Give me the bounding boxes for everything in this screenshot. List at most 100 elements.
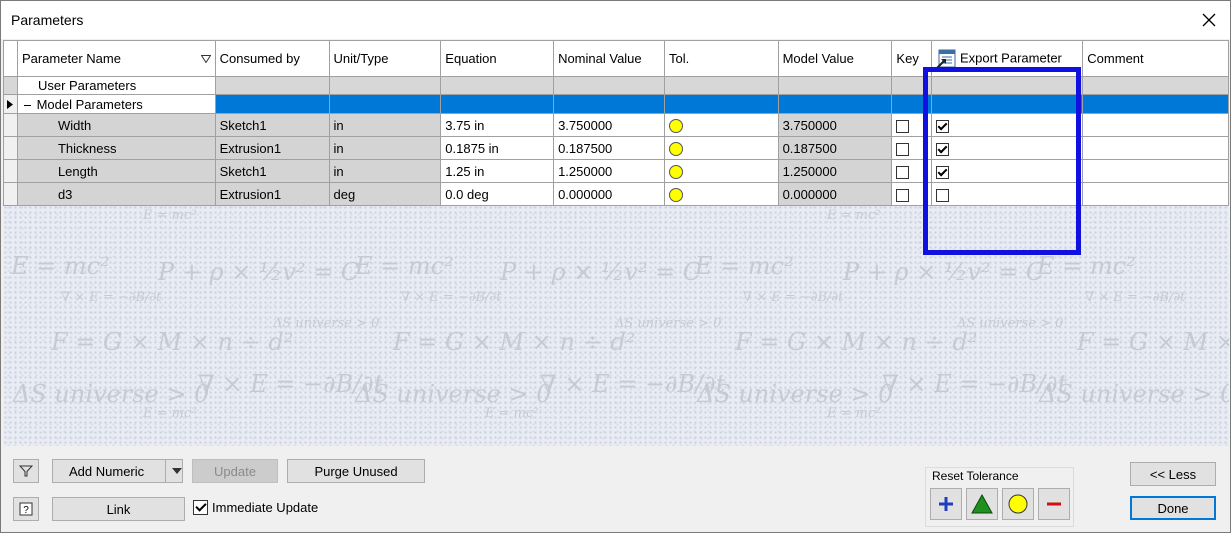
column-header-comment[interactable]: Comment [1082, 40, 1229, 77]
filter-dropdown-icon[interactable] [200, 55, 211, 63]
table-row[interactable]: d3 Extrusion1 deg 0.0 deg 0.000000 0.000000 [3, 182, 1229, 206]
column-header-parameter-name[interactable]: Parameter Name [16, 40, 216, 77]
nominal-value-cell[interactable]: 0.187500 [553, 136, 665, 160]
filter-button[interactable] [13, 459, 39, 483]
row-header[interactable] [3, 136, 18, 160]
table-row[interactable]: Width Sketch1 in 3.75 in 3.750000 3.750000 [3, 113, 1229, 137]
export-parameter-checkbox[interactable] [936, 142, 950, 156]
key-cell[interactable] [891, 159, 933, 183]
export-parameter-cell[interactable] [931, 136, 1084, 160]
key-checkbox[interactable] [896, 119, 910, 133]
consumed-by-cell[interactable]: Sketch1 [214, 113, 330, 137]
group-row-model-parameters[interactable]: Model Parameters [3, 94, 1229, 114]
equation-cell[interactable]: 1.25 in [440, 159, 555, 183]
column-header-unit-type[interactable]: Unit/Type [328, 40, 442, 77]
row-pointer-icon [7, 99, 14, 109]
key-cell[interactable] [891, 136, 933, 160]
parameter-name-cell[interactable]: Thickness [16, 136, 216, 160]
watermark-formula: F = G × M × n ÷ d² [51, 328, 294, 356]
table-row[interactable]: Length Sketch1 in 1.25 in 1.250000 1.250000 [3, 159, 1229, 183]
tree-node-model-parameters[interactable]: Model Parameters [16, 94, 216, 114]
update-button[interactable]: Update [192, 459, 278, 483]
model-value-cell[interactable]: 3.750000 [777, 113, 893, 137]
column-header-equation[interactable]: Equation [440, 40, 555, 77]
column-header-export-parameter[interactable]: Export Parameter [931, 40, 1084, 77]
row-header[interactable] [3, 113, 18, 137]
link-button[interactable]: Link [52, 497, 185, 521]
tolerance-indicator-icon[interactable] [668, 118, 683, 133]
help-button[interactable]: ? [13, 497, 39, 521]
comment-cell[interactable] [1082, 113, 1229, 137]
column-header-tolerance[interactable]: Tol. [663, 40, 779, 77]
unit-type-cell[interactable]: in [328, 159, 442, 183]
watermark-formula: ∇ × E = −∂B/∂t [743, 290, 844, 305]
reset-tolerance-lower-button[interactable] [1038, 488, 1070, 520]
parameter-name-cell[interactable]: Width [16, 113, 216, 137]
tolerance-cell[interactable] [663, 159, 779, 183]
key-cell[interactable] [891, 182, 933, 206]
plus-icon [939, 497, 953, 511]
tolerance-cell[interactable] [663, 136, 779, 160]
purge-unused-button[interactable]: Purge Unused [287, 459, 425, 483]
comment-cell[interactable] [1082, 159, 1229, 183]
done-button[interactable]: Done [1130, 496, 1216, 520]
parameter-name-cell[interactable]: d3 [16, 182, 216, 206]
group-row-user-parameters[interactable]: User Parameters [3, 76, 1229, 95]
watermark-formula: E = mc² [695, 252, 794, 280]
model-value-cell[interactable]: 1.250000 [777, 159, 893, 183]
table-row[interactable]: Thickness Extrusion1 in 0.1875 in 0.187500 0.… [3, 136, 1229, 160]
comment-cell[interactable] [1082, 136, 1229, 160]
nominal-value-cell[interactable]: 3.750000 [553, 113, 665, 137]
watermark-formula: E = mc² [355, 252, 454, 280]
column-header-nominal-value[interactable]: Nominal Value [553, 40, 665, 77]
nominal-value-cell[interactable]: 0.000000 [553, 182, 665, 206]
column-header-model-value[interactable]: Model Value [777, 40, 893, 77]
tree-node-user-parameters[interactable]: User Parameters [16, 76, 216, 95]
equation-cell[interactable]: 0.0 deg [440, 182, 555, 206]
immediate-update-checkbox[interactable] [193, 500, 208, 515]
consumed-by-cell[interactable]: Sketch1 [214, 159, 330, 183]
key-checkbox[interactable] [896, 142, 910, 156]
tolerance-indicator-icon[interactable] [668, 164, 683, 179]
unit-type-cell[interactable]: in [328, 113, 442, 137]
unit-type-cell[interactable]: deg [328, 182, 442, 206]
unit-type-cell[interactable]: in [328, 136, 442, 160]
reset-tolerance-upper-button[interactable] [930, 488, 962, 520]
export-parameter-cell[interactable] [931, 159, 1084, 183]
row-header[interactable] [3, 182, 18, 206]
less-button[interactable]: << Less [1130, 462, 1216, 486]
column-header-consumed-by[interactable]: Consumed by [214, 40, 330, 77]
row-header[interactable] [3, 76, 18, 95]
reset-tolerance-nominal-button[interactable] [1002, 488, 1034, 520]
row-header[interactable] [3, 94, 18, 114]
tolerance-cell[interactable] [663, 113, 779, 137]
column-header-key[interactable]: Key [891, 40, 933, 77]
add-numeric-dropdown[interactable] [165, 460, 182, 482]
tree-collapse-icon[interactable] [22, 100, 33, 111]
export-parameter-checkbox[interactable] [936, 119, 950, 133]
consumed-by-cell[interactable]: Extrusion1 [214, 182, 330, 206]
tolerance-indicator-icon[interactable] [668, 187, 683, 202]
comment-cell[interactable] [1082, 182, 1229, 206]
key-cell[interactable] [891, 113, 933, 137]
add-numeric-button[interactable]: Add Numeric [52, 459, 183, 483]
consumed-by-cell[interactable]: Extrusion1 [214, 136, 330, 160]
close-button[interactable] [1196, 7, 1222, 33]
model-value-cell[interactable]: 0.000000 [777, 182, 893, 206]
nominal-value-cell[interactable]: 1.250000 [553, 159, 665, 183]
row-header[interactable] [3, 159, 18, 183]
immediate-update-option[interactable]: Immediate Update [193, 500, 318, 515]
tolerance-cell[interactable] [663, 182, 779, 206]
key-checkbox[interactable] [896, 165, 910, 179]
parameter-name-cell[interactable]: Length [16, 159, 216, 183]
export-parameter-checkbox[interactable] [936, 188, 950, 202]
key-checkbox[interactable] [896, 188, 910, 202]
export-parameter-cell[interactable] [931, 113, 1084, 137]
model-value-cell[interactable]: 0.187500 [777, 136, 893, 160]
equation-cell[interactable]: 3.75 in [440, 113, 555, 137]
equation-cell[interactable]: 0.1875 in [440, 136, 555, 160]
export-parameter-checkbox[interactable] [936, 165, 950, 179]
export-parameter-cell[interactable] [931, 182, 1084, 206]
reset-tolerance-median-button[interactable] [966, 488, 998, 520]
tolerance-indicator-icon[interactable] [668, 141, 683, 156]
